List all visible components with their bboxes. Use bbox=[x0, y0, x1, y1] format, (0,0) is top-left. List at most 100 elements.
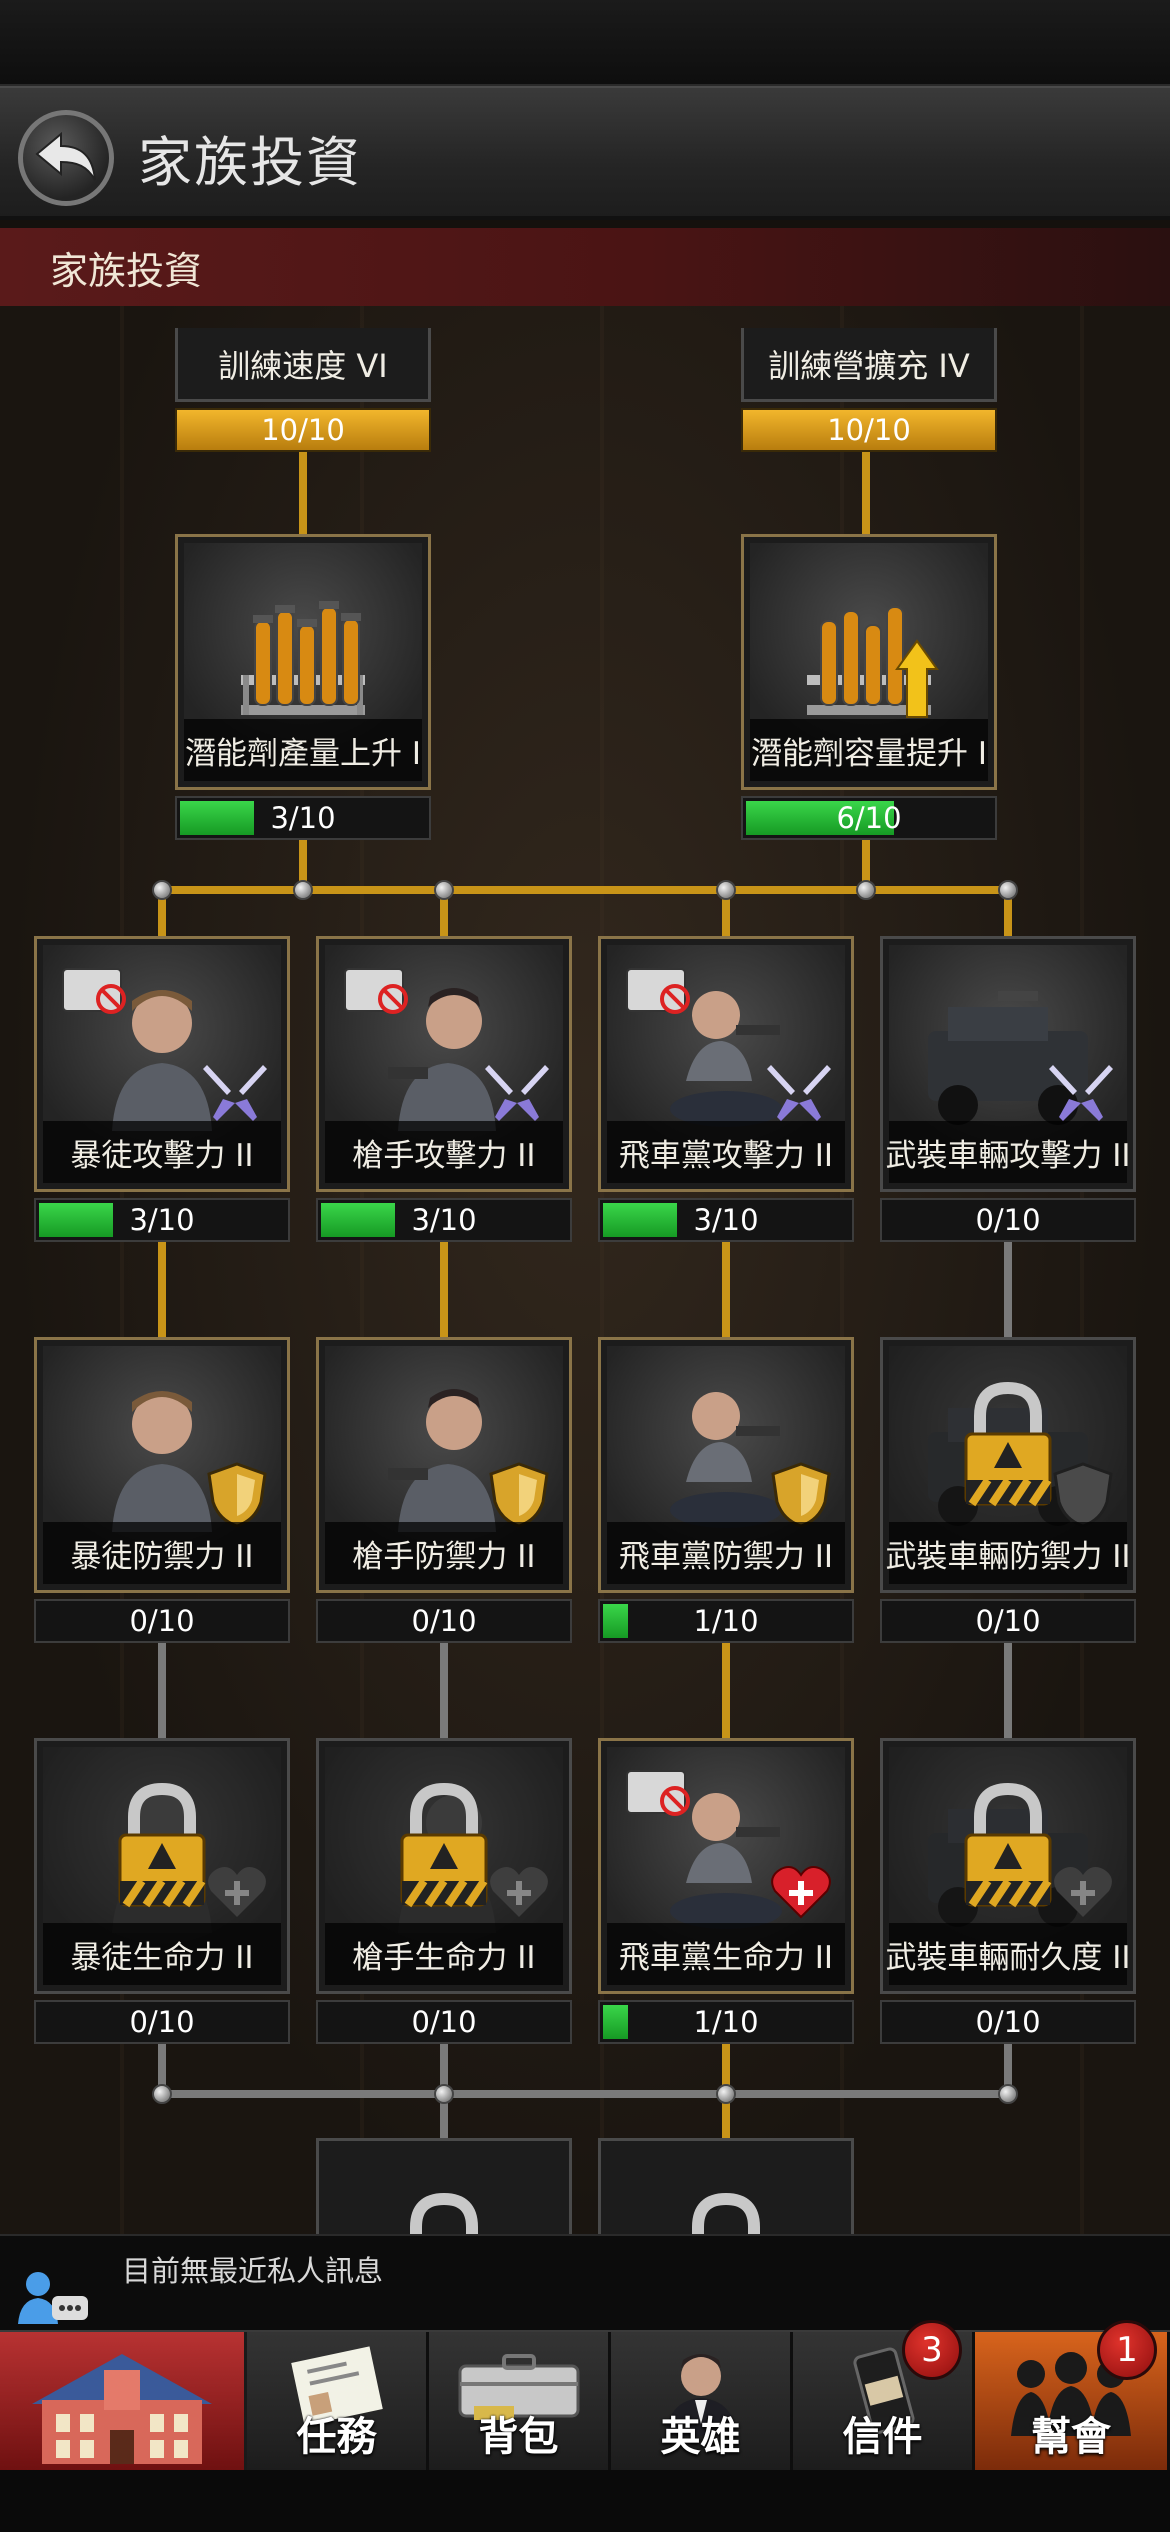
rail-joint bbox=[434, 880, 454, 900]
skill-progress-bar: 0/10 bbox=[316, 1599, 572, 1643]
padlock-icon bbox=[118, 1782, 206, 1908]
heart-plus-icon bbox=[1054, 1867, 1112, 1917]
private-message-bar[interactable]: 目前無最近私人訊息 bbox=[0, 2234, 1170, 2332]
header: 家族投資 bbox=[0, 86, 1170, 220]
connector-line bbox=[158, 1241, 166, 1341]
connector-rail bbox=[160, 886, 1010, 894]
skill-name: 槍手生命力 II bbox=[325, 1923, 563, 1985]
skill-node-vehicle-defense[interactable]: 武裝車輛防禦力 II 0/10 bbox=[880, 1337, 1136, 1643]
rail-joint bbox=[998, 880, 1018, 900]
user-chat-icon bbox=[18, 2272, 88, 2324]
heart-plus-icon bbox=[490, 1867, 548, 1917]
skill-progress-bar: 0/10 bbox=[34, 1599, 290, 1643]
nav-bag-button[interactable]: 背包 bbox=[429, 2332, 611, 2472]
section-title: 家族投資 bbox=[50, 249, 203, 293]
skill-card: 暴徒防禦力 II bbox=[34, 1337, 290, 1593]
mansion-icon bbox=[32, 2354, 212, 2464]
rail-joint bbox=[716, 2084, 736, 2104]
skill-progress-bar: 3/10 bbox=[34, 1198, 290, 1242]
connector-line bbox=[722, 1241, 730, 1341]
mail-count-badge: 3 bbox=[902, 2320, 962, 2380]
skill-card: 潛能劑產量上升 I bbox=[175, 534, 431, 790]
back-button[interactable] bbox=[18, 110, 114, 206]
crossed-swords-icon bbox=[203, 1065, 267, 1121]
padlock-icon bbox=[964, 1381, 1052, 1507]
skill-node-vehicle-attack[interactable]: 武裝車輛攻擊力 II 0/10 bbox=[880, 936, 1136, 1242]
skill-progress-bar: 0/10 bbox=[880, 1198, 1136, 1242]
rail-joint bbox=[716, 880, 736, 900]
skill-node-thug-defense[interactable]: 暴徒防禦力 II 0/10 bbox=[34, 1337, 290, 1643]
skill-progress: 10/10 bbox=[175, 408, 431, 452]
shield-icon bbox=[489, 1462, 549, 1528]
skill-card: 暴徒攻擊力 II bbox=[34, 936, 290, 1192]
progress-text: 0/10 bbox=[129, 2005, 195, 2039]
nav-tasks-button[interactable]: 任務 bbox=[247, 2332, 429, 2472]
nav-tasks-label: 任務 bbox=[296, 2414, 377, 2460]
progress-text: 3/10 bbox=[270, 801, 336, 835]
progress-text: 3/10 bbox=[129, 1203, 195, 1237]
guild-count-badge: 1 bbox=[1097, 2320, 1157, 2380]
skill-card-partial[interactable] bbox=[316, 2138, 572, 2234]
skill-card: 武裝車輛耐久度 II bbox=[880, 1738, 1136, 1994]
skill-node-thug-attack[interactable]: 暴徒攻擊力 II 3/10 bbox=[34, 936, 290, 1242]
skill-progress-bar: 0/10 bbox=[880, 1599, 1136, 1643]
system-bottom-bar bbox=[0, 2470, 1170, 2532]
skill-card: 槍手生命力 II bbox=[316, 1738, 572, 1994]
skill-progress-bar: 6/10 bbox=[741, 796, 997, 840]
nav-mail-button[interactable]: 信件 3 bbox=[793, 2320, 975, 2472]
connector-line bbox=[1004, 1241, 1012, 1341]
skill-node-biker-defense[interactable]: 飛車黨防禦力 II 1/10 bbox=[598, 1337, 854, 1643]
skill-node-biker-attack[interactable]: 飛車黨攻擊力 II 3/10 bbox=[598, 936, 854, 1242]
crossed-swords-icon bbox=[1049, 1065, 1113, 1121]
skill-node-gunman-attack[interactable]: 槍手攻擊力 II 3/10 bbox=[316, 936, 572, 1242]
connector-line bbox=[722, 1642, 730, 1742]
progress-text: 0/10 bbox=[411, 1604, 477, 1638]
skill-card: 飛車黨攻擊力 II bbox=[598, 936, 854, 1192]
rail-joint bbox=[152, 2084, 172, 2104]
skill-name: 飛車黨防禦力 II bbox=[607, 1522, 845, 1584]
rail-joint bbox=[998, 2084, 1018, 2104]
status-bar bbox=[0, 0, 1170, 86]
nav-heroes-button[interactable]: 英雄 bbox=[611, 2332, 793, 2472]
skill-node-vehicle-durability[interactable]: 武裝車輛耐久度 II 0/10 bbox=[880, 1738, 1136, 2044]
skill-card: 飛車黨生命力 II bbox=[598, 1738, 854, 1994]
crossed-swords-icon bbox=[767, 1065, 831, 1121]
progress-text: 0/10 bbox=[129, 1604, 195, 1638]
skill-node-thug-health[interactable]: 暴徒生命力 II 0/10 bbox=[34, 1738, 290, 2044]
investment-tree[interactable]: 訓練速度 VI 10/10 訓練營擴充 IV 10/10 潛能劑產量上升 I 3… bbox=[0, 306, 1170, 2234]
progress-text: 1/10 bbox=[693, 1604, 759, 1638]
skill-node-gunman-defense[interactable]: 槍手防禦力 II 0/10 bbox=[316, 1337, 572, 1643]
page-title: 家族投資 bbox=[138, 131, 362, 194]
skill-node-potion-capacity[interactable]: 潛能劑容量提升 I 6/10 bbox=[741, 534, 997, 840]
skill-name: 潛能劑容量提升 I bbox=[750, 719, 988, 781]
shield-icon bbox=[771, 1462, 831, 1528]
rail-joint bbox=[293, 880, 313, 900]
progress-text: 0/10 bbox=[411, 2005, 477, 2039]
skill-progress-bar: 1/10 bbox=[598, 1599, 854, 1643]
skill-name: 飛車黨生命力 II bbox=[607, 1923, 845, 1985]
skill-node-potion-production[interactable]: 潛能劑產量上升 I 3/10 bbox=[175, 534, 431, 840]
tablet-icon bbox=[344, 968, 408, 1014]
gunman-portrait-icon bbox=[388, 1389, 496, 1532]
skill-node-biker-health[interactable]: 飛車黨生命力 II 1/10 bbox=[598, 1738, 854, 2044]
rail-joint bbox=[856, 880, 876, 900]
skill-progress-bar: 0/10 bbox=[34, 2000, 290, 2044]
skill-card: 飛車黨防禦力 II bbox=[598, 1337, 854, 1593]
skill-card: 槍手攻擊力 II bbox=[316, 936, 572, 1192]
progress-text: 6/10 bbox=[836, 801, 902, 835]
skill-progress-bar: 0/10 bbox=[316, 2000, 572, 2044]
shield-icon bbox=[1053, 1462, 1113, 1528]
nav-home-button[interactable] bbox=[0, 2332, 247, 2472]
tablet-icon bbox=[626, 968, 690, 1014]
heart-plus-icon bbox=[771, 1866, 831, 1919]
skill-name: 武裝車輛攻擊力 II bbox=[885, 1121, 1131, 1183]
biker-portrait-icon bbox=[670, 1392, 782, 1528]
nav-guild-button[interactable]: 幫會 1 bbox=[975, 2320, 1170, 2472]
skill-name: 暴徒攻擊力 II bbox=[43, 1121, 281, 1183]
connector-rail bbox=[160, 2090, 1010, 2098]
skill-card-partial[interactable] bbox=[598, 2138, 854, 2234]
back-arrow-icon bbox=[35, 132, 96, 181]
skill-card: 武裝車輛防禦力 II bbox=[880, 1337, 1136, 1593]
skill-node-gunman-health[interactable]: 槍手生命力 II 0/10 bbox=[316, 1738, 572, 2044]
rail-joint bbox=[152, 880, 172, 900]
